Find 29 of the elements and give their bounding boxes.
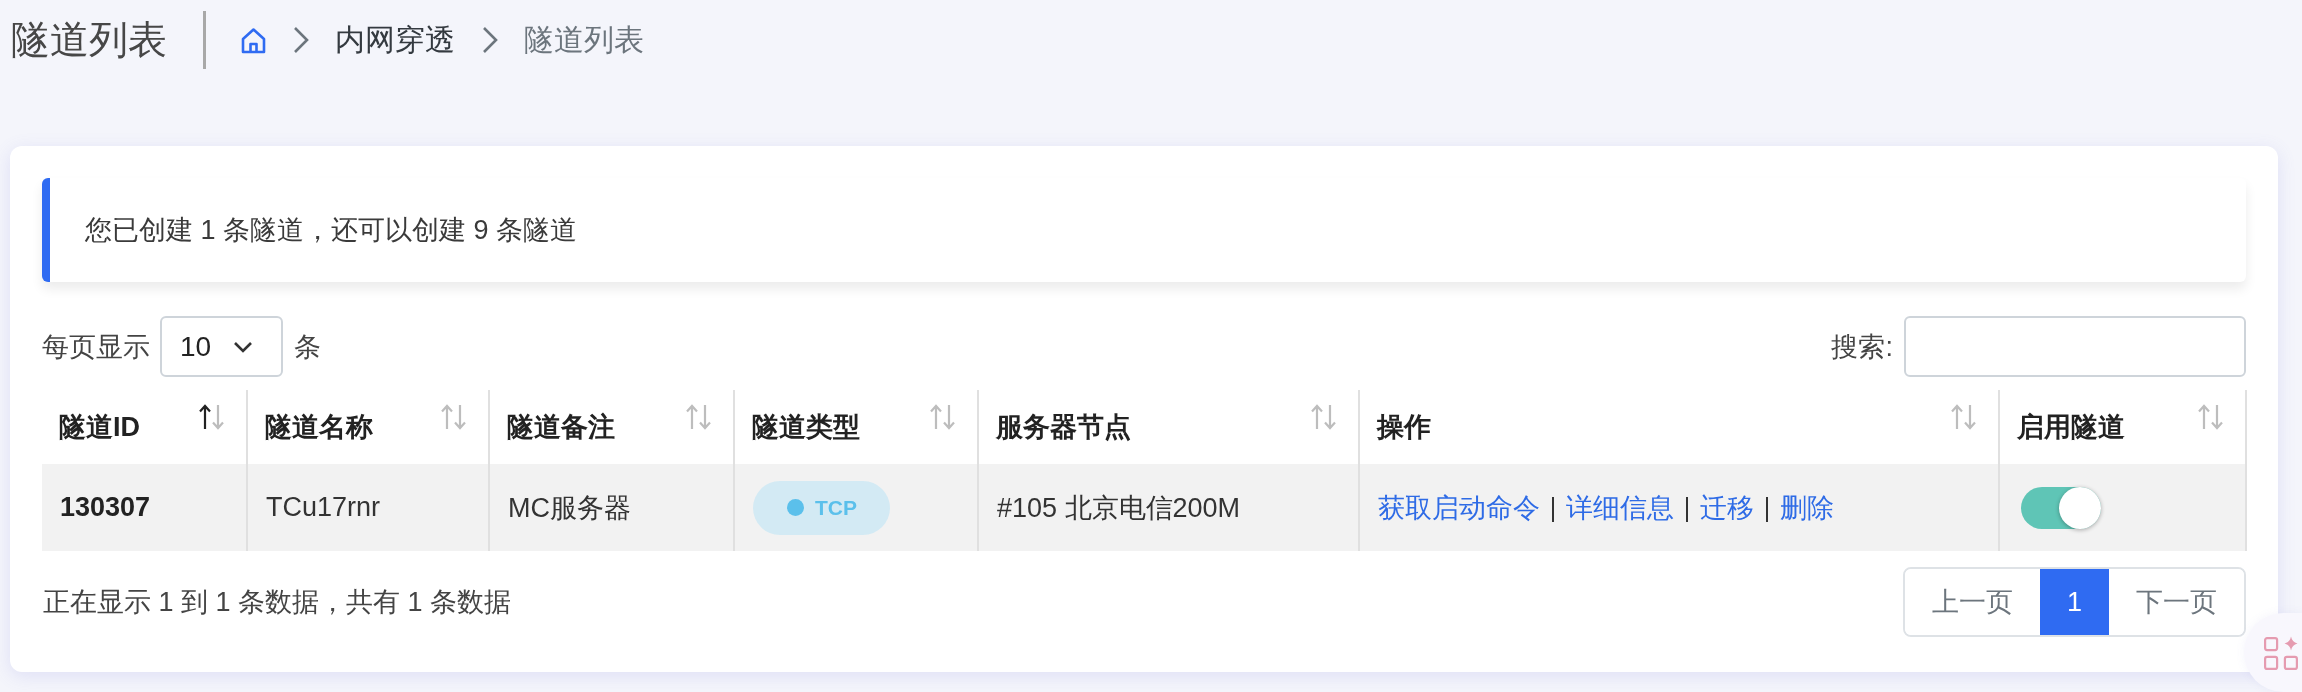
home-icon[interactable] xyxy=(241,26,266,54)
sort-icon[interactable] xyxy=(198,404,226,430)
protocol-label: TCP xyxy=(815,495,857,520)
page-size-label: 每页显示 xyxy=(42,330,150,364)
table-cell: TCu17rnr xyxy=(247,464,489,551)
page-size-unit: 条 xyxy=(294,330,321,364)
table-cell: 130307 xyxy=(42,464,247,551)
grid-sparkle-icon xyxy=(2264,635,2298,670)
search-field[interactable] xyxy=(1904,316,2246,377)
table-info-text: 正在显示 1 到 1 条数据，共有 1 条数据 xyxy=(43,586,512,619)
action-link[interactable]: 详细信息 xyxy=(1566,492,1674,523)
chevron-down-icon xyxy=(233,340,253,353)
chevron-right-icon xyxy=(482,26,498,54)
floating-button[interactable] xyxy=(2244,613,2302,692)
status-dot-icon xyxy=(787,499,804,516)
action-link[interactable]: 迁移 xyxy=(1700,492,1754,523)
page-title: 隧道列表 xyxy=(11,17,167,63)
action-link[interactable]: 获取启动命令 xyxy=(1378,492,1540,523)
table-cell: #105 北京电信200M xyxy=(978,464,1359,551)
pagination-button[interactable]: 1 xyxy=(2040,569,2109,635)
toggle-switch[interactable] xyxy=(2021,486,2101,529)
breadcrumb-current: 隧道列表 xyxy=(524,21,644,58)
notice-text: 您已创建 1 条隧道，还可以创建 9 条隧道 xyxy=(85,214,578,247)
breadcrumb-link[interactable]: 内网穿透 xyxy=(335,19,455,61)
search-label: 搜索: xyxy=(1831,330,1893,364)
page-size-select[interactable]: 10 xyxy=(160,316,283,377)
action-link[interactable]: 删除 xyxy=(1780,492,1834,523)
table-cell: MC服务器 xyxy=(489,464,734,551)
chevron-right-icon xyxy=(293,26,309,54)
